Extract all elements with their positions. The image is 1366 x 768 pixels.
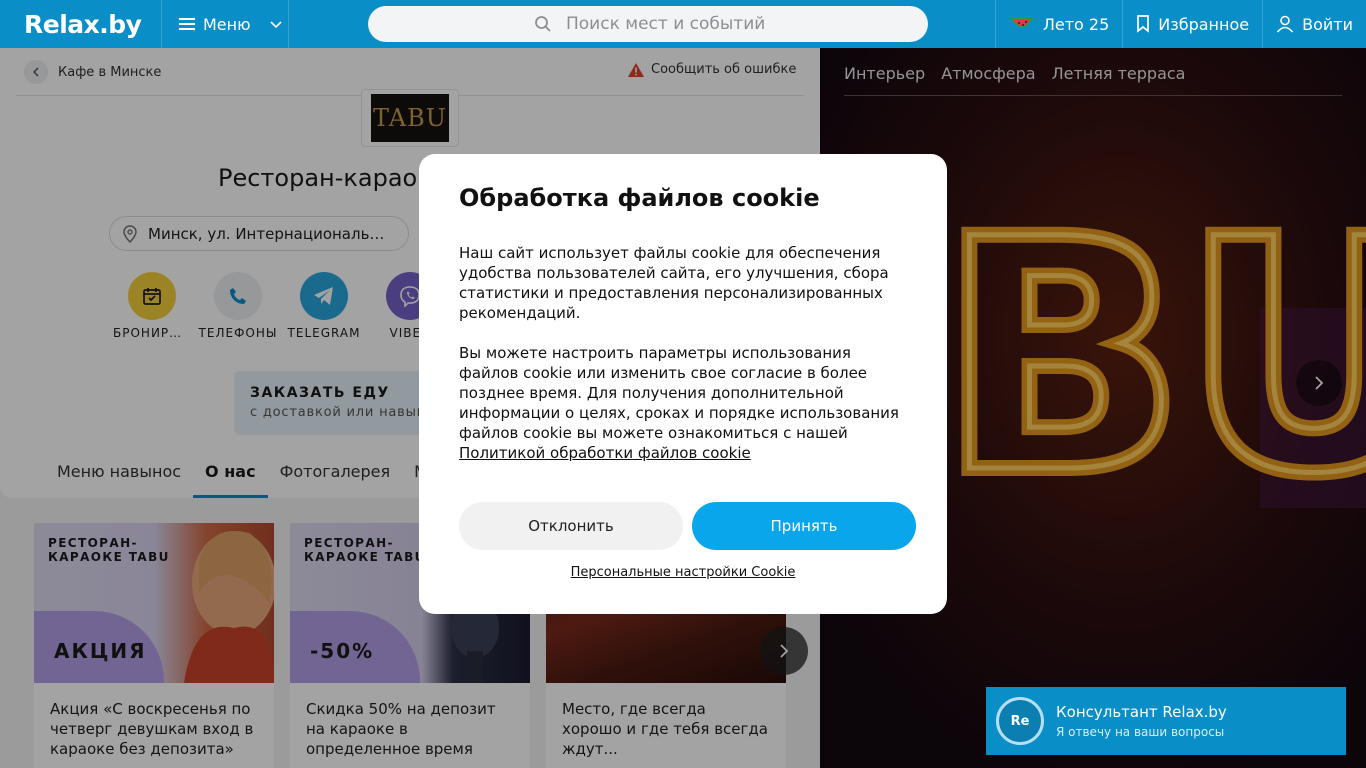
search-input[interactable]: Поиск мест и событий [368,6,928,42]
cookie-dialog: Обработка файлов cookie Наш сайт использ… [419,154,947,614]
watermelon-icon [1010,18,1033,28]
site-logo[interactable]: Relax.by [0,0,162,48]
menu-label: Меню [203,14,251,34]
cookie-title: Обработка файлов cookie [459,184,820,212]
search-placeholder: Поиск мест и событий [566,14,766,34]
header-actions: Лето 25 Избранное Войти [994,0,1366,48]
hamburger-icon [179,18,195,30]
personal-settings-link[interactable]: Персональные настройки Cookie [419,565,947,580]
bookmark-icon [1137,15,1150,33]
chevron-down-icon [270,21,282,29]
menu-button[interactable]: Меню [162,0,289,48]
consultant-text: Консультант Relax.by Я отвечу на ваши во… [1056,703,1227,739]
cookie-paragraph-2: Вы можете настроить параметры использова… [459,344,899,462]
search-icon [535,16,551,32]
consultant-name: Консультант Relax.by [1056,703,1227,721]
summer-link[interactable]: Лето 25 [994,0,1122,48]
favorites-link[interactable]: Избранное [1122,0,1262,48]
user-icon [1276,15,1294,33]
cookie-body: Наш сайт использует файлы cookie для обе… [459,243,907,463]
cookie-buttons: Отклонить Принять [459,502,916,550]
consultant-avatar: Re [996,697,1044,745]
cookie-policy-link[interactable]: Политикой обработки файлов cookie [459,444,751,462]
login-link[interactable]: Войти [1262,0,1366,48]
accept-button[interactable]: Принять [692,502,916,550]
decline-button[interactable]: Отклонить [459,502,683,550]
consultant-subtitle: Я отвечу на ваши вопросы [1056,725,1225,739]
top-header: Relax.by Меню Поиск мест и событий Лето … [0,0,1366,48]
cookie-paragraph-1: Наш сайт использует файлы cookie для обе… [459,244,889,322]
consultant-chat-widget[interactable]: Re Консультант Relax.by Я отвечу на ваши… [986,687,1346,755]
